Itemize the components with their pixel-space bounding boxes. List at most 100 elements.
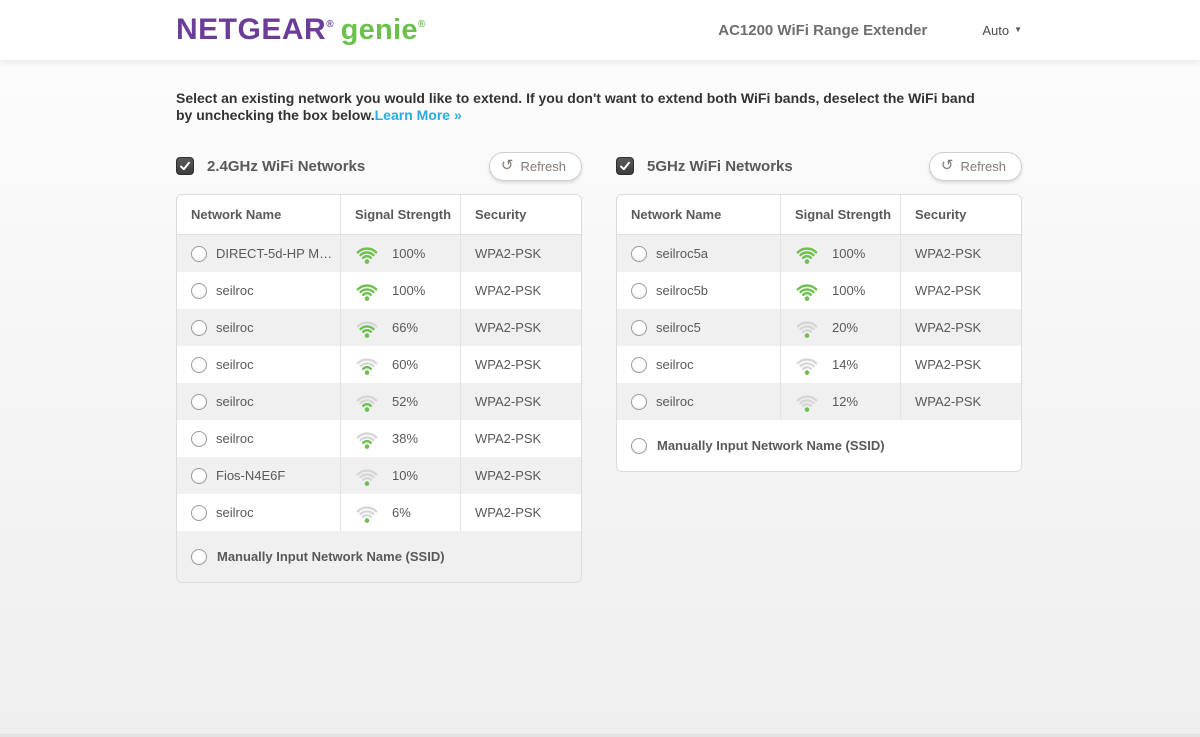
registered-mark: ® [326, 19, 333, 30]
signal-strength-cell: 6% [340, 494, 460, 531]
network-row[interactable]: seilroc 6% WPA2-PSK [177, 494, 581, 531]
wifi-signal-icon [794, 243, 820, 265]
network-name: seilroc [216, 320, 260, 335]
network-row[interactable]: seilroc 38% WPA2-PSK [177, 420, 581, 457]
refresh-button[interactable]: ↺ Refresh [929, 152, 1022, 181]
wifi-signal-icon [354, 243, 380, 265]
wifi-signal-icon [354, 354, 380, 376]
security-type: WPA2-PSK [460, 420, 581, 457]
signal-percent: 12% [832, 394, 858, 409]
wifi-signal-icon [794, 391, 820, 413]
signal-percent: 20% [832, 320, 858, 335]
signal-strength-cell: 14% [780, 346, 900, 383]
column-header-network-name: Network Name [177, 195, 340, 234]
security-type: WPA2-PSK [460, 309, 581, 346]
column-header-network-name: Network Name [617, 195, 780, 234]
language-dropdown[interactable]: Auto ▼ [982, 23, 1022, 38]
network-name-cell: seilroc5 [617, 309, 780, 346]
network-radio-button[interactable] [631, 320, 647, 336]
band-checkbox[interactable] [616, 157, 634, 175]
signal-strength-cell: 20% [780, 309, 900, 346]
network-radio-button[interactable] [191, 431, 207, 447]
network-name: Fios-N4E6F [216, 468, 291, 483]
network-name: seilroc5 [656, 320, 707, 335]
network-radio-button[interactable] [191, 394, 207, 410]
network-table: Network Name Signal Strength Security DI… [176, 194, 582, 583]
instructions-text: Select an existing network you would lik… [176, 90, 976, 124]
network-name-cell: seilroc5b [617, 272, 780, 309]
manual-ssid-radio-button[interactable] [631, 438, 647, 454]
network-row[interactable]: seilroc 12% WPA2-PSK [617, 383, 1021, 420]
network-name-cell: seilroc [617, 346, 780, 383]
manual-ssid-radio-button[interactable] [191, 549, 207, 565]
chevron-down-icon: ▼ [1014, 26, 1022, 34]
instructions-body: Select an existing network you would lik… [176, 90, 975, 123]
network-name: seilroc5a [656, 246, 714, 261]
band-title: 5GHz WiFi Networks [647, 158, 793, 175]
network-row[interactable]: seilroc 52% WPA2-PSK [177, 383, 581, 420]
band-title: 2.4GHz WiFi Networks [207, 158, 365, 175]
network-name: seilroc [216, 505, 260, 520]
wifi-signal-icon [354, 502, 380, 524]
netgear-genie-page: NETGEAR® genie® AC1200 WiFi Range Extend… [0, 0, 1200, 737]
network-row[interactable]: seilroc5a 100% WPA2-PSK [617, 235, 1021, 272]
signal-strength-cell: 10% [340, 457, 460, 494]
network-row[interactable]: DIRECT-5d-HP M4… 100% WPA2-PSK [177, 235, 581, 272]
network-radio-button[interactable] [631, 394, 647, 410]
network-row[interactable]: Fios-N4E6F 10% WPA2-PSK [177, 457, 581, 494]
network-radio-button[interactable] [191, 283, 207, 299]
signal-percent: 52% [392, 394, 418, 409]
network-table: Network Name Signal Strength Security se… [616, 194, 1022, 472]
table-header-row: Network Name Signal Strength Security [617, 195, 1021, 235]
network-radio-button[interactable] [631, 246, 647, 262]
network-radio-button[interactable] [191, 320, 207, 336]
security-type: WPA2-PSK [900, 235, 1021, 272]
network-radio-button[interactable] [191, 505, 207, 521]
network-name: seilroc [656, 357, 700, 372]
security-type: WPA2-PSK [460, 494, 581, 531]
netgear-genie-logo: NETGEAR® genie® [176, 13, 425, 47]
network-radio-button[interactable] [631, 357, 647, 373]
network-row[interactable]: seilroc 14% WPA2-PSK [617, 346, 1021, 383]
network-name-cell: seilroc [177, 494, 340, 531]
language-dropdown-value: Auto [982, 23, 1009, 38]
registered-mark: ® [418, 19, 425, 30]
network-name-cell: seilroc [177, 420, 340, 457]
network-row[interactable]: seilroc 66% WPA2-PSK [177, 309, 581, 346]
security-type: WPA2-PSK [460, 235, 581, 272]
network-name-cell: DIRECT-5d-HP M4… [177, 235, 340, 272]
column-header-signal-strength: Signal Strength [780, 195, 900, 234]
table-body: seilroc5a 100% WPA2-PSK seilroc5b 100% W… [617, 235, 1021, 471]
network-row[interactable]: seilroc5b 100% WPA2-PSK [617, 272, 1021, 309]
network-row[interactable]: seilroc 60% WPA2-PSK [177, 346, 581, 383]
network-name: seilroc [216, 394, 260, 409]
signal-percent: 60% [392, 357, 418, 372]
security-type: WPA2-PSK [900, 272, 1021, 309]
network-radio-button[interactable] [631, 283, 647, 299]
security-type: WPA2-PSK [460, 457, 581, 494]
security-type: WPA2-PSK [460, 272, 581, 309]
network-row[interactable]: seilroc 100% WPA2-PSK [177, 272, 581, 309]
network-name-cell: seilroc [177, 272, 340, 309]
signal-strength-cell: 100% [340, 272, 460, 309]
network-radio-button[interactable] [191, 246, 207, 262]
manual-ssid-row[interactable]: Manually Input Network Name (SSID) [617, 420, 1021, 471]
network-radio-button[interactable] [191, 468, 207, 484]
top-bar: NETGEAR® genie® AC1200 WiFi Range Extend… [0, 0, 1200, 60]
network-radio-button[interactable] [191, 357, 207, 373]
band-checkbox[interactable] [176, 157, 194, 175]
network-row[interactable]: seilroc5 20% WPA2-PSK [617, 309, 1021, 346]
refresh-icon: ↺ [501, 158, 514, 173]
security-type: WPA2-PSK [900, 309, 1021, 346]
manual-ssid-label: Manually Input Network Name (SSID) [657, 438, 885, 453]
manual-ssid-row[interactable]: Manually Input Network Name (SSID) [177, 531, 581, 582]
signal-percent: 100% [832, 246, 865, 261]
refresh-button-label: Refresh [960, 159, 1006, 174]
manual-ssid-label: Manually Input Network Name (SSID) [217, 549, 445, 564]
signal-percent: 38% [392, 431, 418, 446]
wifi-band-section: 5GHz WiFi Networks ↺ Refresh Network Nam… [616, 151, 1022, 583]
learn-more-link[interactable]: Learn More » [375, 107, 462, 123]
refresh-button[interactable]: ↺ Refresh [489, 152, 582, 181]
signal-percent: 14% [832, 357, 858, 372]
signal-percent: 10% [392, 468, 418, 483]
